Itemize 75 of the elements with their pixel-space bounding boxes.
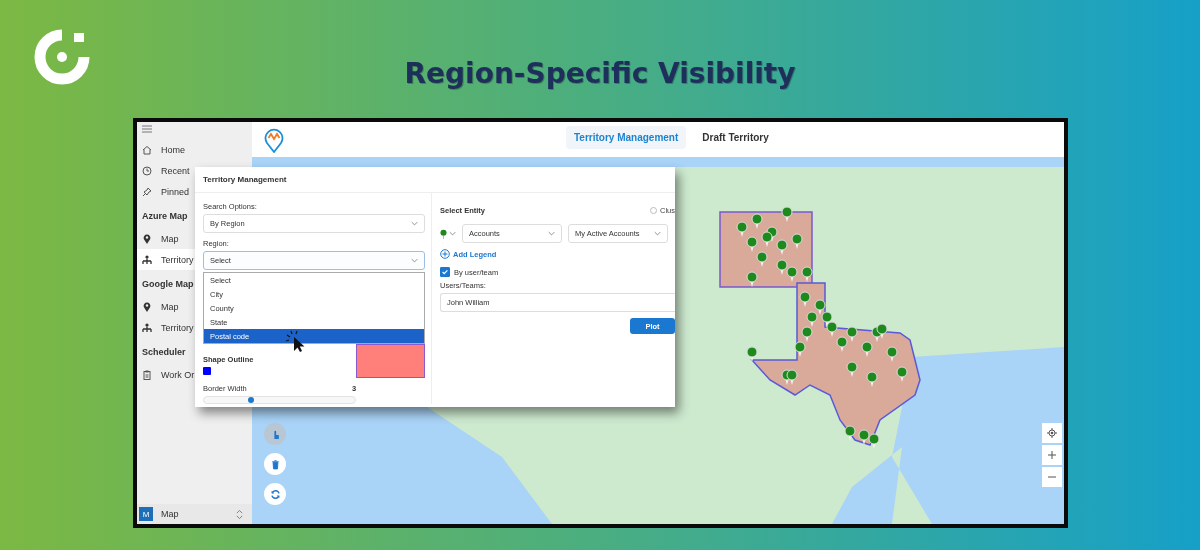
- outline-color-swatch[interactable]: [203, 367, 211, 375]
- map-marker-icon[interactable]: [786, 369, 798, 385]
- clipboard-icon: [142, 369, 152, 380]
- map-marker-icon[interactable]: [846, 361, 858, 377]
- marker-icon: [440, 228, 447, 239]
- map-marker-icon[interactable]: [746, 346, 758, 362]
- map-marker-icon[interactable]: [814, 299, 826, 315]
- map-marker-icon[interactable]: [896, 366, 908, 382]
- sidebar-heading: Scheduler: [141, 346, 186, 359]
- location-pin-icon: [142, 301, 152, 312]
- slider-thumb[interactable]: [247, 397, 254, 403]
- cursor-icon: [285, 330, 307, 352]
- zoom-out-button[interactable]: [1042, 467, 1062, 487]
- refresh-icon: [269, 488, 281, 500]
- app-switcher-label: Map: [161, 509, 180, 519]
- map-marker-icon[interactable]: [876, 323, 888, 339]
- map-marker-icon[interactable]: [776, 239, 788, 255]
- trash-icon: [269, 458, 281, 470]
- sidebar-item[interactable]: Home: [137, 139, 252, 160]
- tab[interactable]: Draft Territory: [694, 126, 777, 149]
- chevron-down-icon: [654, 231, 661, 236]
- map-marker-icon[interactable]: [868, 433, 880, 449]
- chevron-down-icon: [411, 258, 418, 263]
- map-marker-icon[interactable]: [826, 321, 838, 337]
- map-marker-icon[interactable]: [791, 233, 803, 249]
- logo-icon: [34, 29, 90, 85]
- map-marker-icon[interactable]: [786, 266, 798, 282]
- map-marker-icon[interactable]: [846, 326, 858, 342]
- map-marker-icon[interactable]: [799, 291, 811, 307]
- border-width-slider[interactable]: [203, 396, 357, 404]
- shape-preview: [356, 344, 425, 378]
- map-marker-icon[interactable]: [801, 326, 813, 342]
- sidebar-heading: Azure Map: [141, 210, 188, 223]
- map-marker-icon[interactable]: [858, 429, 870, 445]
- chevron-up-down-icon[interactable]: [235, 508, 244, 520]
- home-icon: [142, 144, 152, 155]
- map-pin-logo-icon: [264, 126, 284, 153]
- territory-icon: [142, 322, 152, 333]
- chevron-down-icon: [411, 221, 418, 226]
- map-marker-icon[interactable]: [821, 311, 833, 327]
- chevron-down-icon: [548, 231, 555, 236]
- locate-button[interactable]: [1042, 423, 1062, 443]
- tab[interactable]: Territory Management: [566, 126, 687, 149]
- map-marker-icon[interactable]: [844, 425, 856, 441]
- pin-icon: [142, 186, 152, 197]
- map-marker-icon[interactable]: [861, 341, 873, 357]
- checkmark-icon: [441, 268, 449, 276]
- map-marker-icon[interactable]: [746, 236, 758, 252]
- map-marker-icon[interactable]: [866, 371, 878, 387]
- map-marker-icon[interactable]: [756, 251, 768, 267]
- banner-title: Region-Specific Visibility: [404, 57, 796, 90]
- territory-icon: [142, 254, 152, 265]
- dialog-title: Territory Management: [195, 167, 675, 193]
- map-marker-icon[interactable]: [801, 266, 813, 282]
- map-marker-icon[interactable]: [836, 336, 848, 352]
- marker-color-picker[interactable]: [440, 228, 456, 239]
- locate-icon: [1047, 428, 1057, 438]
- plus-icon: [1047, 450, 1057, 460]
- sidebar-item[interactable]: Work Or: [137, 364, 252, 385]
- app-badge: M: [139, 507, 153, 521]
- map-marker-icon[interactable]: [736, 221, 748, 237]
- map-marker-icon[interactable]: [776, 259, 788, 275]
- map-marker-icon[interactable]: [794, 341, 806, 357]
- map-marker-icon[interactable]: [781, 206, 793, 222]
- location-pin-icon: [142, 233, 152, 244]
- map-marker-icon[interactable]: [886, 346, 898, 362]
- map-marker-icon[interactable]: [751, 213, 763, 229]
- menu-icon[interactable]: [142, 125, 152, 133]
- sidebar-heading: Google Map: [141, 278, 194, 291]
- chevron-down-icon: [449, 231, 456, 236]
- map-marker-icon[interactable]: [806, 311, 818, 327]
- clock-icon: [142, 165, 152, 176]
- plus-circle-icon: [440, 249, 450, 259]
- map-marker-icon[interactable]: [746, 271, 758, 287]
- map-marker-icon[interactable]: [761, 231, 773, 247]
